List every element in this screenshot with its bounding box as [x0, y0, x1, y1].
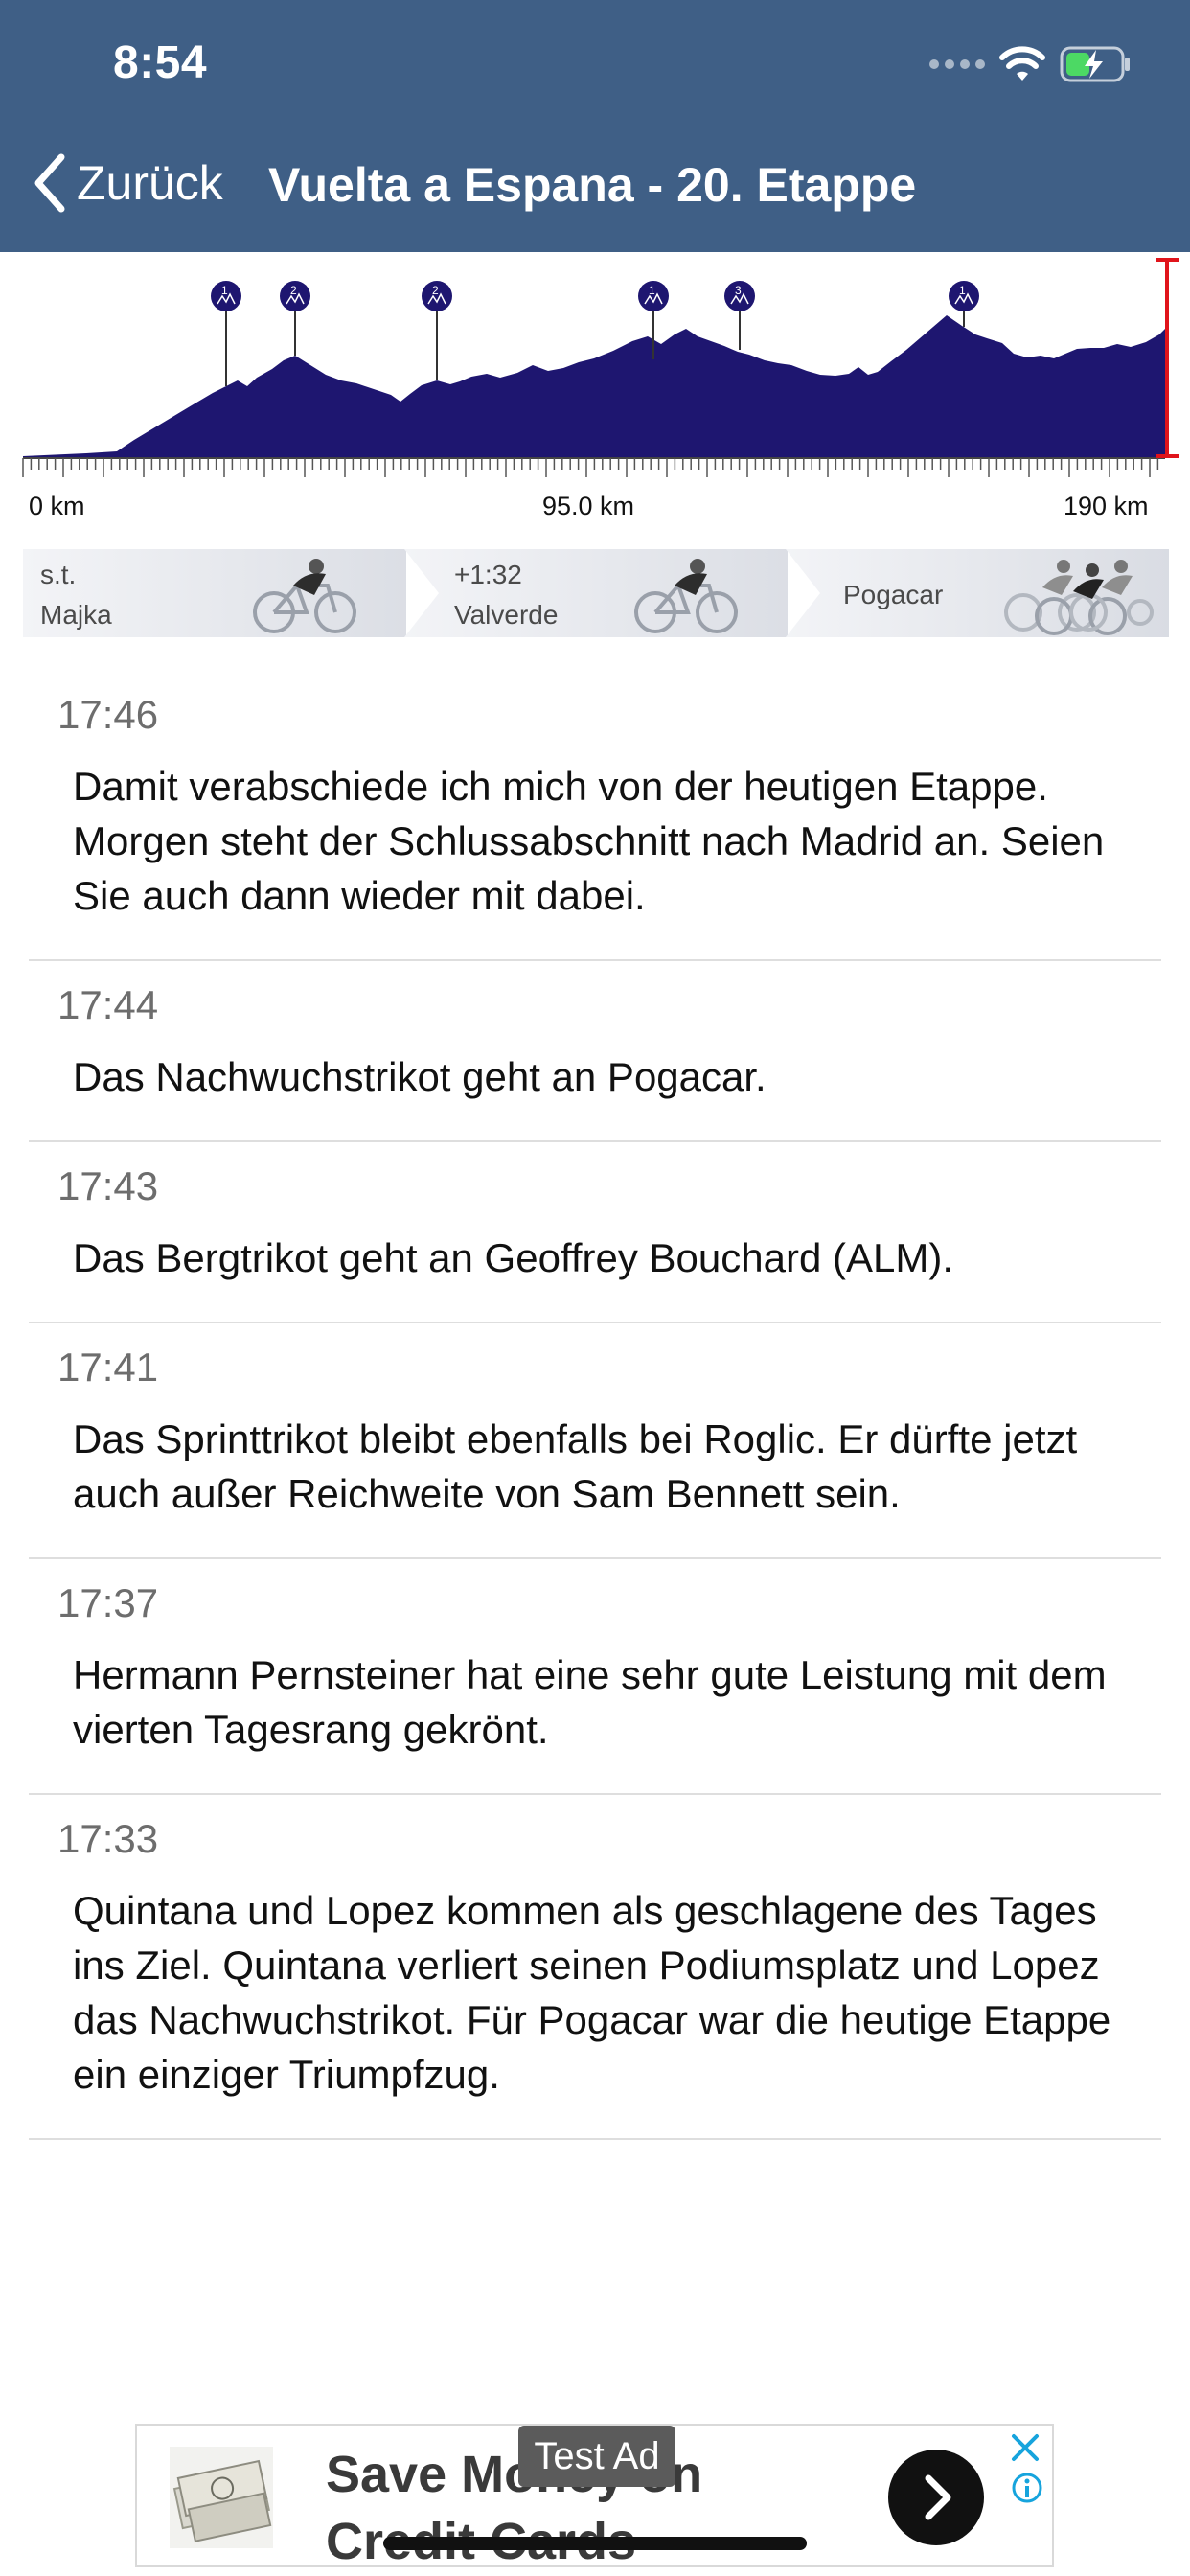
cyclist-icon — [253, 559, 356, 633]
standing-gap: s.t. — [40, 560, 77, 589]
ticker-entry: 17:33 Quintana und Lopez kommen als gesc… — [29, 1795, 1161, 2140]
back-button-label: Zurück — [77, 156, 223, 210]
battery-charging-icon — [1060, 46, 1130, 82]
stage-profile[interactable]: 122131 0 km 95.0 km 190 km — [0, 252, 1190, 540]
ad-open-button[interactable] — [888, 2450, 984, 2545]
home-indicator — [383, 2537, 807, 2550]
ticker-entry: 17:37 Hermann Pernsteiner hat eine sehr … — [29, 1559, 1161, 1795]
ticker-entry: 17:41 Das Sprinttrikot bleibt ebenfalls … — [29, 1323, 1161, 1559]
chevron-left-icon — [34, 153, 65, 213]
ticker-time: 17:37 — [57, 1580, 159, 1625]
ticker-text: Quintana und Lopez kommen als geschlagen… — [73, 1888, 1111, 2097]
race-standings: s.t. Majka +1:32 Valverde Pogacar — [23, 549, 1169, 637]
ticker-entry: 17:46 Damit verabschiede ich mich von de… — [29, 671, 1161, 961]
ticker-entry: 17:43 Das Bergtrikot geht an Geoffrey Bo… — [29, 1142, 1161, 1323]
ticker-time: 17:41 — [57, 1345, 159, 1390]
wifi-icon — [999, 46, 1045, 80]
close-icon[interactable] — [1009, 2431, 1041, 2464]
cyclist-group-icon — [1004, 560, 1154, 635]
standing-rider: Valverde — [454, 600, 559, 630]
cellular-signal-icon — [929, 59, 985, 69]
back-button[interactable]: Zurück — [33, 153, 223, 213]
standing-rider: Majka — [40, 600, 112, 630]
ticker-time: 17:46 — [57, 692, 159, 737]
elevation-area — [23, 315, 1165, 458]
info-icon[interactable] — [1011, 2472, 1043, 2504]
km-end-label: 190 km — [1064, 492, 1149, 520]
status-icons — [929, 40, 1133, 88]
standing-gap: +1:32 — [454, 560, 522, 589]
ticker-text: Das Nachwuchstrikot geht an Pogacar. — [73, 1054, 767, 1099]
ticker-text: Damit verabschiede ich mich von der heut… — [73, 764, 1105, 918]
ticker-entry: 17:44 Das Nachwuchstrikot geht an Pogaca… — [29, 961, 1161, 1142]
ticker-text: Das Bergtrikot geht an Geoffrey Bouchard… — [73, 1235, 953, 1280]
ticker-time: 17:43 — [57, 1163, 159, 1208]
km-start-label: 0 km — [29, 492, 85, 520]
ticker-text: Das Sprinttrikot bleibt ebenfalls bei Ro… — [73, 1416, 1078, 1516]
standing-item[interactable]: Pogacar — [786, 549, 1169, 637]
standing-item[interactable]: +1:32 Valverde — [404, 549, 788, 637]
ticker-time: 17:33 — [57, 1816, 159, 1861]
km-mid-label: 95.0 km — [542, 492, 635, 520]
standing-item[interactable]: s.t. Majka — [23, 549, 406, 637]
status-time: 8:54 — [113, 37, 208, 88]
nav-header: 8:54 Zurück Vuelta a Espana - 20. Etappe — [0, 0, 1190, 252]
ad-thumbnail-image — [170, 2447, 273, 2548]
standing-rider: Pogacar — [843, 580, 944, 610]
chevron-right-icon — [925, 2474, 951, 2520]
test-ad-badge: Test Ad — [518, 2426, 675, 2487]
stage-profile-chart: 122131 — [22, 258, 1179, 477]
cyclist-icon — [634, 559, 738, 633]
ticker-time: 17:44 — [57, 982, 159, 1027]
live-ticker-feed[interactable]: 17:46 Damit verabschiede ich mich von de… — [29, 671, 1161, 2140]
page-title: Vuelta a Espana - 20. Etappe — [268, 158, 917, 212]
ticker-text: Hermann Pernsteiner hat eine sehr gute L… — [73, 1652, 1107, 1752]
